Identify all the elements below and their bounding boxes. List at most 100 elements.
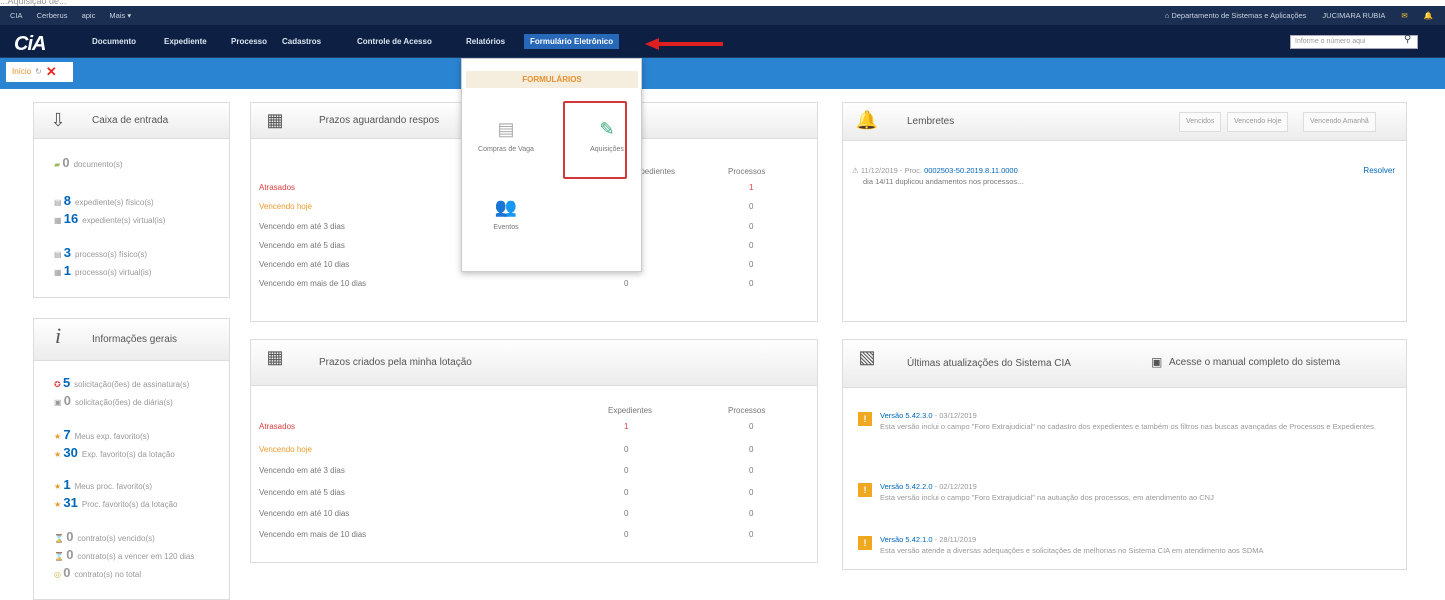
inbox-row[interactable]: ▤ 3 processo(s) físico(s) <box>54 245 147 260</box>
resolve-button[interactable]: Resolver <box>1363 166 1395 175</box>
version-link[interactable]: Versão 5.42.2.0 <box>880 482 933 491</box>
row-value[interactable]: 0 <box>749 279 753 288</box>
star-icon: ★ <box>54 450 64 459</box>
nav-documento[interactable]: Documento <box>92 37 136 46</box>
manual-icon: ▣ <box>1151 355 1163 369</box>
inbox-row[interactable]: ▤ 8 expediente(s) físico(s) <box>54 193 154 208</box>
search-input[interactable]: Informe o número aqui <box>1290 35 1418 49</box>
reminder-process-link[interactable]: 0002503-50.2019.8.11.0000 <box>924 166 1018 175</box>
row-value[interactable]: 0 <box>624 445 628 454</box>
row-value[interactable]: 0 <box>749 445 753 454</box>
inbox-row[interactable]: ▦ 16 expediente(s) virtual(is) <box>54 211 165 226</box>
count: 0 <box>66 529 74 544</box>
info-row[interactable]: ★ 31 Proc. favorito(s) da lotação <box>54 495 177 510</box>
user-menu[interactable]: JUCIMARA RUBIA <box>1322 11 1385 20</box>
nav-formulario-eletronico[interactable]: Formulário Eletrônico <box>524 34 620 49</box>
row-label[interactable]: Vencendo em até 3 dias <box>259 222 345 231</box>
info-row[interactable]: ⌛ 0 contrato(s) a vencer em 120 dias <box>54 547 194 562</box>
row-label[interactable]: Vencendo em mais de 10 dias <box>259 279 366 288</box>
count: 1 <box>63 477 71 492</box>
row-value[interactable]: 0 <box>749 202 753 211</box>
nav-controle-acesso[interactable]: Controle de Acesso <box>357 37 432 46</box>
version-link[interactable]: Versão 5.42.3.0 <box>880 411 933 420</box>
menu-item-eventos[interactable]: 👥 Eventos <box>476 197 536 231</box>
label: contrato(s) vencido(s) <box>77 534 155 543</box>
row-label[interactable]: Vencendo em até 5 dias <box>259 488 345 497</box>
refresh-icon[interactable]: ↻ <box>35 67 42 77</box>
inbox-row[interactable]: ▦ 1 processo(s) virtual(is) <box>54 263 151 278</box>
row-value[interactable]: 0 <box>624 279 628 288</box>
row-label[interactable]: Atrasados <box>259 422 295 431</box>
highlight-box-annotation <box>563 101 627 179</box>
row-label[interactable]: Vencendo hoje <box>259 202 312 211</box>
manual-link[interactable]: Acesse o manual completo do sistema <box>1169 357 1340 368</box>
tab-vencendo-amanha[interactable]: Vencendo Amanhã <box>1303 112 1376 132</box>
row-value[interactable]: 1 <box>624 422 628 431</box>
row-value[interactable]: 0 <box>749 530 753 539</box>
row-label[interactable]: Vencendo em até 3 dias <box>259 466 345 475</box>
virtual-icon: ▦ <box>54 216 64 225</box>
physical-icon: ▤ <box>54 250 64 259</box>
notification-bell-icon[interactable]: 🔔 <box>1424 11 1433 20</box>
count: 7 <box>63 427 71 442</box>
system-more-menu[interactable]: Mais ▾ <box>109 11 131 20</box>
nav-expediente[interactable]: Expediente <box>164 37 207 46</box>
info-title: Informações gerais <box>92 334 178 345</box>
row-value[interactable]: 0 <box>749 260 753 269</box>
row-value[interactable]: 0 <box>749 222 753 231</box>
version-link[interactable]: Versão 5.42.1.0 <box>880 535 933 544</box>
count: 0 <box>66 547 74 562</box>
info-row[interactable]: ▣ 0 solicitação(ões) de diária(s) <box>54 393 173 408</box>
update-badge-icon: ! <box>858 536 872 550</box>
row-label[interactable]: Vencendo em até 10 dias <box>259 260 349 269</box>
row-label[interactable]: Vencendo hoje <box>259 445 312 454</box>
row-value[interactable]: 0 <box>749 422 753 431</box>
row-value[interactable]: 0 <box>749 466 753 475</box>
info-row[interactable]: ⌛ 0 contrato(s) vencido(s) <box>54 529 155 544</box>
dropdown-title: FORMULÁRIOS <box>466 71 638 88</box>
nav-relatorios[interactable]: Relatórios <box>466 37 505 46</box>
info-header: i Informações gerais <box>34 319 229 361</box>
nav-cadastros[interactable]: Cadastros <box>282 37 321 46</box>
row-value[interactable]: 0 <box>749 509 753 518</box>
count: 1 <box>63 263 72 278</box>
info-row[interactable]: ★ 1 Meus proc. favorito(s) <box>54 477 152 492</box>
version-text: Esta versão atende a diversas adequações… <box>880 546 1264 555</box>
row-value[interactable]: 0 <box>624 530 628 539</box>
tab-vencidos[interactable]: Vencidos <box>1179 112 1222 132</box>
menu-item-compras-vaga[interactable]: ▤ Compras de Vaga <box>476 119 536 153</box>
row-label[interactable]: Vencendo em mais de 10 dias <box>259 530 366 539</box>
info-row[interactable]: ✪ 5 solicitação(ões) de assinatura(s) <box>54 375 189 390</box>
row-label[interactable]: Vencendo em até 10 dias <box>259 509 349 518</box>
system-cerberus-link[interactable]: Cerberus <box>37 11 68 20</box>
reminder-date: 11/12/2019 <box>860 166 898 175</box>
row-value[interactable]: 0 <box>749 488 753 497</box>
row-value[interactable]: 0 <box>749 241 753 250</box>
department-label[interactable]: ⌂ Departamento de Sistemas e Aplicações <box>1165 11 1307 20</box>
mail-icon[interactable]: ✉ <box>1401 11 1407 20</box>
count: 5 <box>62 375 71 390</box>
info-row[interactable]: ★ 30 Exp. favorito(s) da lotação <box>54 445 175 460</box>
row-label[interactable]: Vencendo em até 5 dias <box>259 241 345 250</box>
info-row[interactable]: ◎ 0 contrato(s) no total <box>54 565 141 580</box>
row-value[interactable]: 0 <box>624 488 628 497</box>
count: 16 <box>63 211 79 226</box>
system-cia-link[interactable]: CIA <box>10 11 23 20</box>
search-icon[interactable]: ⚲ <box>1404 34 1411 45</box>
cia-logo[interactable]: CiA <box>14 33 46 56</box>
info-row[interactable]: ★ 7 Meus exp. favorito(s) <box>54 427 149 442</box>
inbox-row[interactable]: ▰ 0 documento(s) <box>54 155 123 170</box>
menu-item-label: Eventos <box>493 224 519 231</box>
close-icon[interactable]: ✕ <box>46 65 57 78</box>
count: 31 <box>63 495 78 510</box>
nav-processo[interactable]: Processo <box>231 37 267 46</box>
row-value[interactable]: 0 <box>624 509 628 518</box>
tab-vencendo-hoje[interactable]: Vencendo Hoje <box>1227 112 1289 132</box>
system-apic-link[interactable]: apic <box>82 11 96 20</box>
row-value[interactable]: 1 <box>749 183 753 192</box>
row-label[interactable]: Atrasados <box>259 183 295 192</box>
row-value[interactable]: 0 <box>624 466 628 475</box>
tab-inicio[interactable]: Início ↻ ✕ <box>6 62 73 82</box>
label: solicitação(ões) de diária(s) <box>75 398 173 407</box>
updates-header: ▧ Últimas atualizações do Sistema CIA ▣ … <box>843 340 1406 388</box>
